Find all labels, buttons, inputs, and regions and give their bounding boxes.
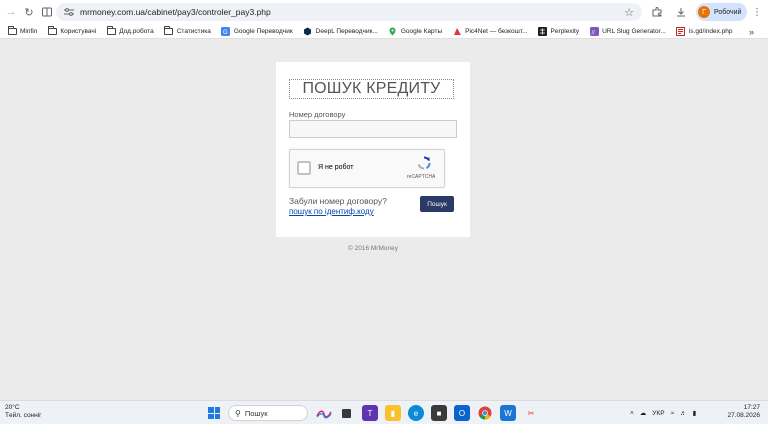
copilot-icon[interactable] [316, 405, 332, 421]
avatar: Г [698, 6, 710, 18]
deepl-icon [303, 27, 313, 36]
task-view-icon[interactable] [342, 408, 351, 418]
bookmark-item[interactable]: Статистика [164, 25, 211, 36]
bookmark-item[interactable]: Користувачі [47, 25, 96, 36]
teams-icon[interactable]: T [362, 405, 378, 421]
isgd-icon [676, 26, 686, 36]
chrome-icon[interactable] [477, 405, 493, 421]
contract-number-label: Номер договору [289, 110, 346, 119]
address-bar[interactable]: mrmoney.com.ua/cabinet/pay3/controler_pa… [56, 3, 642, 21]
bookmark-item[interactable]: Perplexity [538, 26, 579, 36]
system-tray: ˄ ☁ УКР ≈ ♬ ▮ [630, 407, 702, 419]
clock[interactable]: 17:27 27.08.2026 [727, 404, 760, 420]
credit-search-card: ПОШУК КРЕДИТУ Номер договору Я не робот … [276, 62, 470, 237]
profile-button[interactable]: Г Робочий [696, 3, 748, 21]
taskbar-search[interactable]: ⚲ Пошук [228, 405, 308, 421]
taskbar-search-label: Пошук [244, 408, 268, 418]
google-translate-icon: G [221, 26, 231, 36]
bookmarks-bar: Minfin Користувачі Дод.робота Статистика… [0, 24, 768, 39]
weather-desc: Tейл. сонніг [5, 412, 42, 419]
weather-widget[interactable]: 20°C Tейл. сонніг [5, 404, 42, 420]
bookmark-star-icon[interactable]: ☆ [622, 5, 636, 19]
reload-icon[interactable]: ↻ [20, 3, 38, 21]
bookmark-item[interactable]: Pic4Net — безкошт... [452, 27, 528, 36]
language-indicator[interactable]: УКР [652, 410, 664, 417]
recaptcha-widget: Я не робот reCAPTCHA [289, 149, 445, 188]
search-icon: ⚲ [235, 408, 241, 418]
page-content: ПОШУК КРЕДИТУ Номер договору Я не робот … [0, 40, 768, 400]
contract-number-input[interactable] [289, 120, 457, 138]
search-by-id-link[interactable]: пошук по ідентиф.коду [289, 207, 374, 216]
file-explorer-icon[interactable]: ▮ [385, 405, 401, 421]
cloud-icon[interactable]: ☁ [640, 409, 647, 417]
perplexity-icon [538, 26, 548, 36]
back-icon[interactable]: → [2, 3, 20, 21]
forgot-contract-text: Забули номер договору? [289, 196, 387, 206]
recaptcha-logo-icon [417, 156, 431, 170]
url-slug-icon: // [589, 26, 599, 36]
edge-icon[interactable]: e [408, 405, 424, 421]
chevron-up-icon[interactable]: ˄ [630, 410, 634, 417]
pic4net-icon [452, 27, 462, 36]
menu-icon[interactable]: ⋮ [752, 4, 762, 20]
page-title: ПОШУК КРЕДИТУ [289, 79, 454, 99]
windows-start-icon[interactable] [208, 407, 220, 419]
recaptcha-brand: reCAPTCHA [407, 174, 436, 180]
profile-name: Робочий [714, 8, 742, 16]
bookmark-item[interactable]: Minfin [7, 25, 37, 36]
svg-text://: // [591, 29, 595, 35]
folder-icon [106, 25, 116, 36]
download-icon[interactable] [672, 3, 690, 21]
split-view-icon[interactable] [38, 3, 56, 21]
extensions-icon[interactable] [648, 3, 666, 21]
battery-icon[interactable]: ▮ [693, 409, 697, 417]
bookmark-item[interactable]: G Google Переводчик [221, 26, 293, 36]
bookmark-item[interactable]: Google Карты [388, 27, 442, 36]
windows-taskbar: 20°C Tейл. сонніг ⚲ Пошук T ▮ e ■ O W ✂ … [0, 400, 768, 424]
search-button[interactable]: Пошук [420, 196, 454, 212]
taskbar-apps: T ▮ e ■ O W ✂ [316, 405, 546, 421]
store-icon[interactable]: ■ [431, 405, 447, 421]
svg-text:G: G [223, 29, 228, 36]
word-icon[interactable]: W [500, 405, 516, 421]
bookmark-item[interactable]: is.gd/index.php [676, 26, 733, 36]
copyright-footer: © 2016 MrMoney [348, 245, 398, 252]
folder-icon [7, 25, 17, 36]
weather-temp: 20°C [5, 404, 20, 411]
bookmark-item[interactable]: DeepL Переводчик... [303, 27, 378, 36]
wifi-icon[interactable]: ≈ [671, 410, 675, 417]
recaptcha-checkbox[interactable] [297, 161, 311, 175]
google-maps-icon [388, 27, 398, 36]
bookmark-item[interactable]: // URL Slug Generator... [589, 26, 666, 36]
site-info-icon[interactable] [62, 5, 76, 19]
url-text[interactable]: mrmoney.com.ua/cabinet/pay3/controler_pa… [80, 7, 271, 17]
volume-icon[interactable]: ♬ [680, 410, 687, 417]
folder-icon [164, 25, 174, 36]
browser-toolbar: → ↻ mrmoney.com.ua/cabinet/pay3/controle… [0, 0, 768, 24]
outlook-icon[interactable]: O [454, 405, 470, 421]
snipping-tool-icon[interactable]: ✂ [523, 405, 539, 421]
folder-icon [47, 25, 57, 36]
clock-time: 17:27 [743, 404, 760, 411]
clock-date: 27.08.2026 [727, 412, 760, 419]
recaptcha-label: Я не робот [318, 164, 354, 171]
more-bookmarks-icon[interactable]: » [749, 24, 754, 39]
bookmark-item[interactable]: Дод.робота [106, 25, 154, 36]
